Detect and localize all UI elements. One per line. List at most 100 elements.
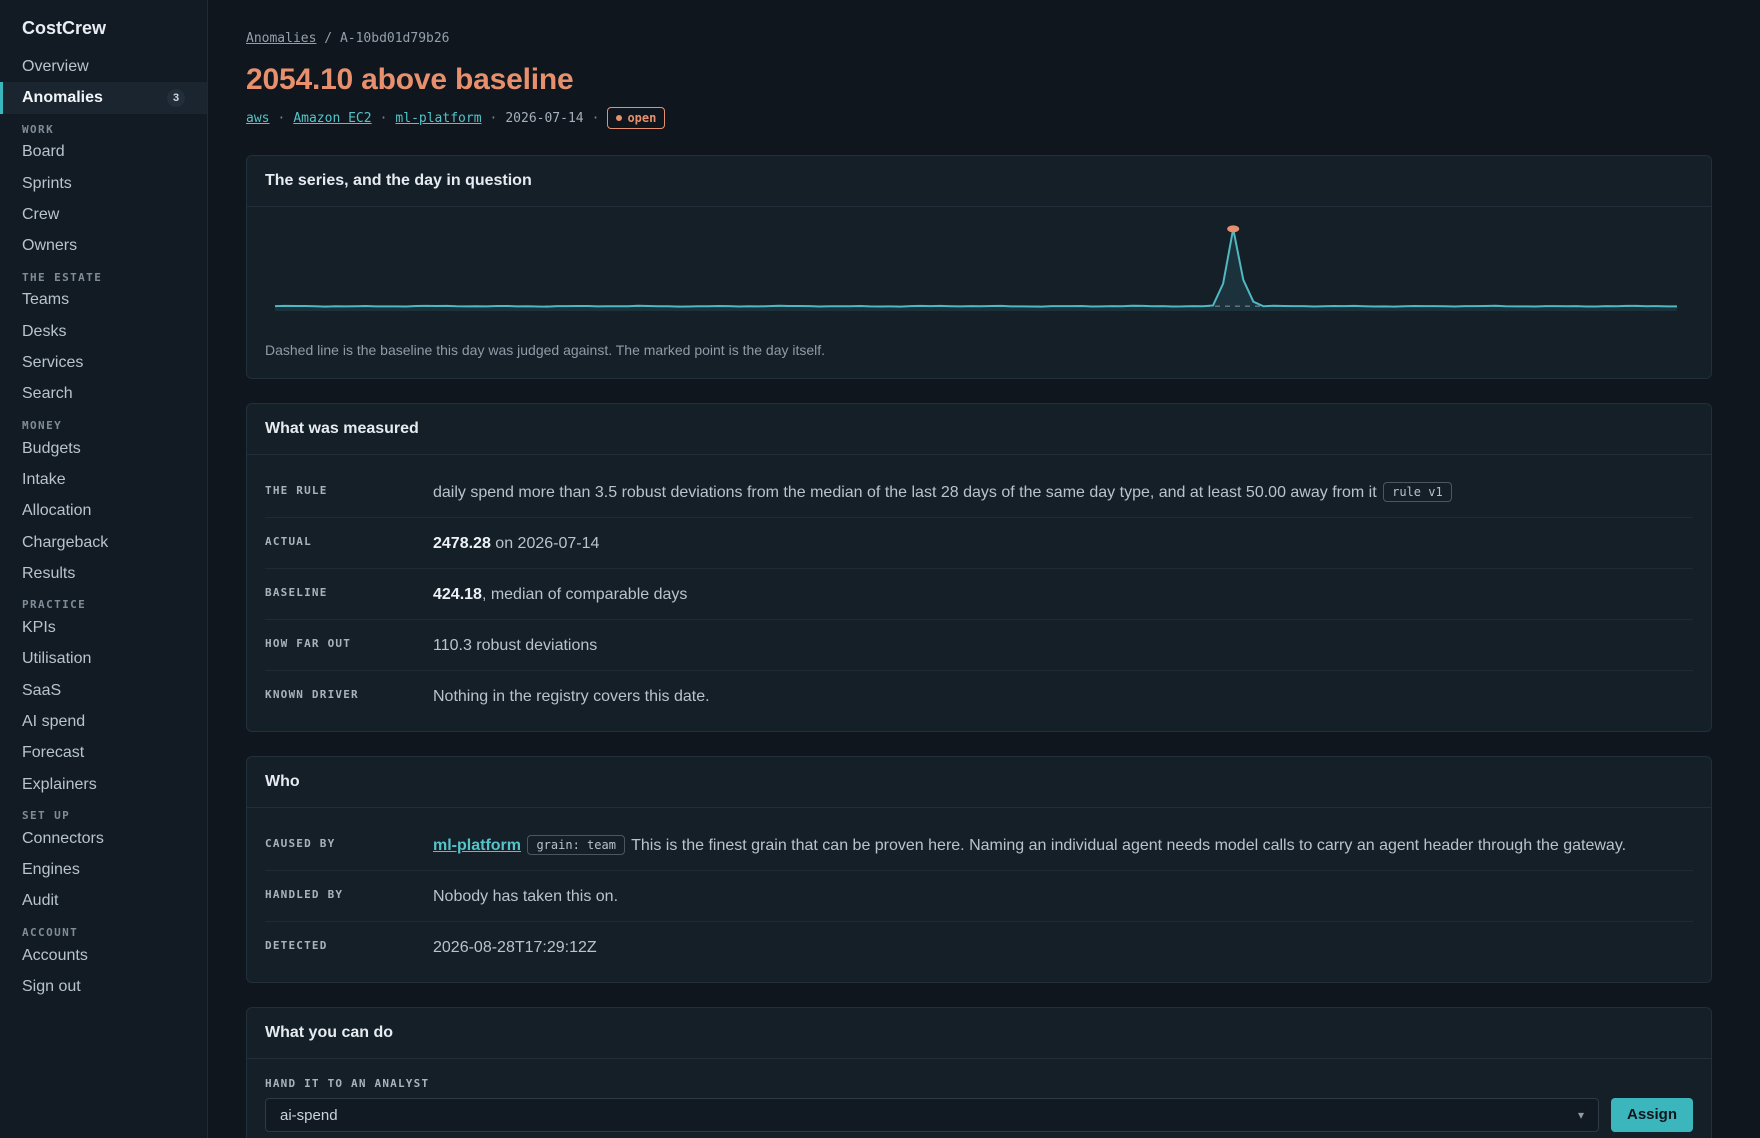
brand-logo: CostCrew	[22, 18, 107, 38]
series-caption: Dashed line is the baseline this day was…	[265, 342, 826, 358]
sidebar-item-explainers[interactable]: Explainers	[0, 769, 207, 800]
meta-separator: ·	[591, 110, 600, 126]
sidebar-section-work: WORK	[22, 122, 55, 136]
sidebar-item-anomalies[interactable]: Anomalies 3	[0, 82, 207, 114]
page-title: 2054.10 above baseline	[246, 63, 574, 96]
sidebar-item-connectors[interactable]: Connectors	[0, 823, 207, 854]
caused-by-value: ml-platform grain: team This is the fine…	[433, 833, 1693, 858]
meta-separator: ·	[379, 110, 388, 126]
baseline-amount: 424.18	[433, 586, 482, 603]
rule-value: daily spend more than 3.5 robust deviati…	[433, 480, 1693, 505]
sidebar-section-practice: PRACTICE	[22, 598, 87, 612]
actual-suffix: on 2026-07-14	[495, 535, 600, 552]
sidebar-item-label: Services	[22, 354, 84, 372]
service-link[interactable]: Amazon EC2	[293, 111, 371, 126]
who-card-title: Who	[247, 757, 1711, 808]
actual-value: 2478.28 on 2026-07-14	[433, 531, 1693, 556]
sidebar-item-label: Teams	[22, 291, 70, 309]
sidebar-item-label: Explainers	[22, 775, 97, 793]
anomaly-meta: aws · Amazon EC2 · ml-platform · 2026-07…	[246, 107, 1712, 129]
sidebar-item-accounts[interactable]: Accounts	[0, 940, 207, 971]
series-line	[274, 228, 1678, 308]
sidebar-item-saas[interactable]: SaaS	[0, 675, 207, 706]
rule-key: THE RULE	[265, 484, 328, 497]
sidebar-item-label: Board	[22, 143, 65, 161]
sidebar-item-search[interactable]: Search	[0, 379, 207, 410]
sidebar-item-audit[interactable]: Audit	[0, 886, 207, 917]
anomaly-date: 2026-07-14	[505, 110, 584, 126]
analyst-select[interactable]: ai-spend ▾	[265, 1098, 1599, 1132]
actual-key: ACTUAL	[265, 535, 312, 548]
sidebar-item-budgets[interactable]: Budgets	[0, 433, 207, 464]
handled-by-row: HANDLED BY Nobody has taken this on.	[265, 871, 1693, 922]
how-far-row: HOW FAR OUT 110.3 robust deviations	[265, 620, 1693, 671]
rule-version-chip: rule v1	[1383, 482, 1452, 502]
sidebar-item-forecast[interactable]: Forecast	[0, 738, 207, 769]
series-area	[275, 228, 1677, 311]
actual-amount: 2478.28	[433, 535, 491, 552]
sidebar-item-intake[interactable]: Intake	[0, 464, 207, 495]
marked-day-point	[1227, 225, 1240, 233]
team-link[interactable]: ml-platform	[395, 111, 481, 126]
breadcrumb-separator: /	[324, 31, 333, 46]
sidebar-item-label: Forecast	[22, 744, 85, 762]
known-driver-key: KNOWN DRIVER	[265, 688, 359, 701]
caused-by-team-link[interactable]: ml-platform	[433, 837, 521, 854]
how-far-key: HOW FAR OUT	[265, 637, 352, 650]
sidebar-section-set-up: SET UP	[22, 809, 71, 823]
meta-separator: ·	[489, 110, 498, 126]
baseline-key: BASELINE	[265, 586, 328, 599]
sidebar-item-kpis[interactable]: KPIs	[0, 612, 207, 643]
series-chart	[274, 225, 1678, 311]
sidebar-item-sprints[interactable]: Sprints	[0, 168, 207, 199]
sidebar-item-label: Anomalies	[22, 88, 103, 106]
provider-link[interactable]: aws	[246, 111, 269, 126]
how-far-value: 110.3 robust deviations	[433, 637, 598, 654]
sidebar-item-services[interactable]: Services	[0, 347, 207, 378]
actions-card: What you can do HAND IT TO AN ANALYST ai…	[246, 1007, 1712, 1138]
caused-by-text: This is the finest grain that can be pro…	[631, 837, 1627, 854]
known-driver-row: KNOWN DRIVER Nothing in the registry cov…	[265, 671, 1693, 721]
sidebar-item-board[interactable]: Board	[0, 137, 207, 168]
sidebar-item-label: Accounts	[22, 946, 88, 964]
sidebar-item-ai-spend[interactable]: AI spend	[0, 706, 207, 737]
breadcrumb-anomalies-link[interactable]: Anomalies	[246, 31, 316, 46]
baseline-row: BASELINE 424.18, median of comparable da…	[265, 569, 1693, 620]
status-dot-icon	[616, 115, 623, 121]
sidebar-item-allocation[interactable]: Allocation	[0, 496, 207, 527]
measured-card: What was measured THE RULE daily spend m…	[246, 403, 1712, 732]
sidebar-item-label: Utilisation	[22, 650, 92, 668]
actions-card-title: What you can do	[247, 1008, 1711, 1059]
sidebar-item-utilisation[interactable]: Utilisation	[0, 644, 207, 675]
sidebar-nav: Overview Anomalies 3 WORK Board Sprints Crew Ow…	[0, 51, 207, 1003]
sidebar-item-crew[interactable]: Crew	[0, 199, 207, 230]
sidebar-item-overview[interactable]: Overview	[0, 51, 207, 82]
sidebar-item-desks[interactable]: Desks	[0, 316, 207, 347]
main-content: Anomalies / A-10bd01d79b26 2054.10 above…	[208, 0, 1760, 1138]
sidebar-item-engines[interactable]: Engines	[0, 855, 207, 886]
analyst-select-value: ai-spend	[280, 1106, 338, 1124]
sidebar-item-results[interactable]: Results	[0, 558, 207, 589]
measured-card-title: What was measured	[247, 404, 1711, 455]
sidebar-item-label: Search	[22, 385, 73, 403]
assign-button[interactable]: Assign	[1611, 1098, 1693, 1132]
who-card: Who CAUSED BY ml-platform grain: team Th…	[246, 756, 1712, 983]
sidebar-item-label: KPIs	[22, 619, 56, 637]
breadcrumb: Anomalies / A-10bd01d79b26	[246, 31, 1712, 47]
caused-by-row: CAUSED BY ml-platform grain: team This i…	[265, 820, 1693, 871]
sidebar-item-label: Intake	[22, 470, 66, 488]
series-card-title: The series, and the day in question	[247, 156, 1711, 207]
sidebar-item-label: Chargeback	[22, 533, 109, 551]
sidebar: CostCrew Overview Anomalies 3 WORK Board Spri…	[0, 0, 208, 1138]
hand-to-analyst-label: HAND IT TO AN ANALYST	[265, 1077, 430, 1090]
caused-by-key: CAUSED BY	[265, 837, 336, 850]
sidebar-item-label: AI spend	[22, 712, 86, 730]
sidebar-item-owners[interactable]: Owners	[0, 230, 207, 261]
rule-text: daily spend more than 3.5 robust deviati…	[433, 484, 1377, 501]
sidebar-item-sign-out[interactable]: Sign out	[0, 971, 207, 1002]
anomaly-count-badge: 3	[167, 88, 185, 107]
sidebar-item-label: Audit	[22, 892, 59, 910]
sidebar-item-chargeback[interactable]: Chargeback	[0, 527, 207, 558]
sidebar-section-money: MONEY	[22, 418, 63, 432]
sidebar-item-teams[interactable]: Teams	[0, 285, 207, 316]
